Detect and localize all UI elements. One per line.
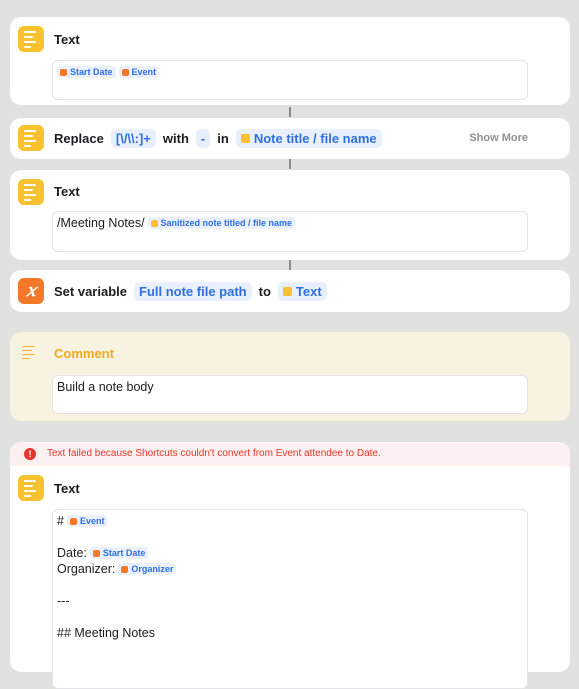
- comment-lines-icon: [22, 344, 40, 360]
- markdown-heading-prefix: #: [57, 514, 64, 528]
- path-prefix: /Meeting Notes/: [57, 216, 145, 230]
- calendar-icon: [92, 549, 100, 557]
- flow-connector: [289, 107, 291, 117]
- text-action-1[interactable]: Text Start Date Event: [10, 17, 570, 105]
- error-message: Text failed because Shortcuts couldn't c…: [47, 448, 381, 459]
- text-action-error[interactable]: ! Text failed because Shortcuts couldn't…: [10, 442, 570, 689]
- verb-label: Set variable: [54, 284, 127, 299]
- text-field[interactable]: # Event Date: Start Date Organizer: Orga…: [52, 509, 528, 689]
- organizer-label: Organizer:: [57, 562, 116, 576]
- replacement-pill[interactable]: -: [195, 129, 211, 148]
- error-icon: !: [24, 448, 36, 460]
- error-banner: ! Text failed because Shortcuts couldn't…: [10, 442, 570, 466]
- action-title: Text: [54, 32, 80, 47]
- in-label: in: [217, 131, 229, 146]
- pattern-pill[interactable]: [\/\\:]+: [110, 129, 156, 148]
- comment-body: Build a note body: [57, 380, 154, 394]
- target-pill[interactable]: Note title / file name: [235, 129, 382, 148]
- calendar-icon: [121, 68, 129, 76]
- show-more-button[interactable]: Show More: [469, 132, 528, 144]
- calendar-icon: [121, 565, 129, 573]
- variable-token[interactable]: Event: [66, 515, 108, 527]
- text-lines-icon: [18, 125, 44, 151]
- replace-row: Replace [\/\\:]+ with - in Note title / …: [54, 129, 382, 148]
- calendar-icon: [60, 68, 67, 76]
- action-title: Text: [54, 481, 80, 496]
- flow-connector: [289, 260, 291, 270]
- text-lines-icon: [18, 475, 44, 501]
- text-field[interactable]: Start Date Event: [52, 60, 528, 100]
- with-label: with: [162, 131, 189, 146]
- set-variable-row: Set variable Full note file path to Text: [54, 282, 327, 301]
- comment-field[interactable]: Build a note body: [52, 375, 528, 414]
- variable-token[interactable]: Organizer: [118, 563, 177, 575]
- set-variable-action[interactable]: 𝑥 Set variable Full note file path to Te…: [10, 270, 570, 312]
- verb-label: Replace: [54, 131, 104, 146]
- meeting-notes-heading: ## Meeting Notes: [57, 626, 155, 640]
- variable-token[interactable]: Event: [118, 66, 160, 78]
- calendar-icon: [69, 517, 77, 525]
- value-pill[interactable]: Text: [277, 282, 327, 301]
- text-lines-icon: [18, 26, 44, 52]
- variable-token[interactable]: Start Date: [57, 66, 116, 78]
- separator-text: ---: [57, 594, 70, 608]
- text-field[interactable]: /Meeting Notes/ Sanitized note titled / …: [52, 211, 528, 252]
- replace-action[interactable]: Replace [\/\\:]+ with - in Note title / …: [10, 118, 570, 159]
- variable-token[interactable]: Sanitized note titled / file name: [147, 217, 296, 229]
- date-label: Date:: [57, 546, 87, 560]
- to-label: to: [258, 284, 271, 299]
- comment-action[interactable]: Comment Build a note body: [10, 332, 570, 421]
- text-icon: [240, 134, 250, 143]
- text-lines-icon: [18, 179, 44, 205]
- text-icon: [150, 219, 158, 227]
- text-icon: [282, 287, 292, 296]
- comment-title: Comment: [54, 346, 114, 361]
- text-action-2[interactable]: Text /Meeting Notes/ Sanitized note titl…: [10, 170, 570, 260]
- flow-connector: [289, 159, 291, 169]
- variable-name-pill[interactable]: Full note file path: [134, 282, 252, 301]
- variable-token[interactable]: Start Date: [89, 547, 149, 559]
- variable-x-icon: 𝑥: [18, 278, 44, 304]
- action-title: Text: [54, 184, 80, 199]
